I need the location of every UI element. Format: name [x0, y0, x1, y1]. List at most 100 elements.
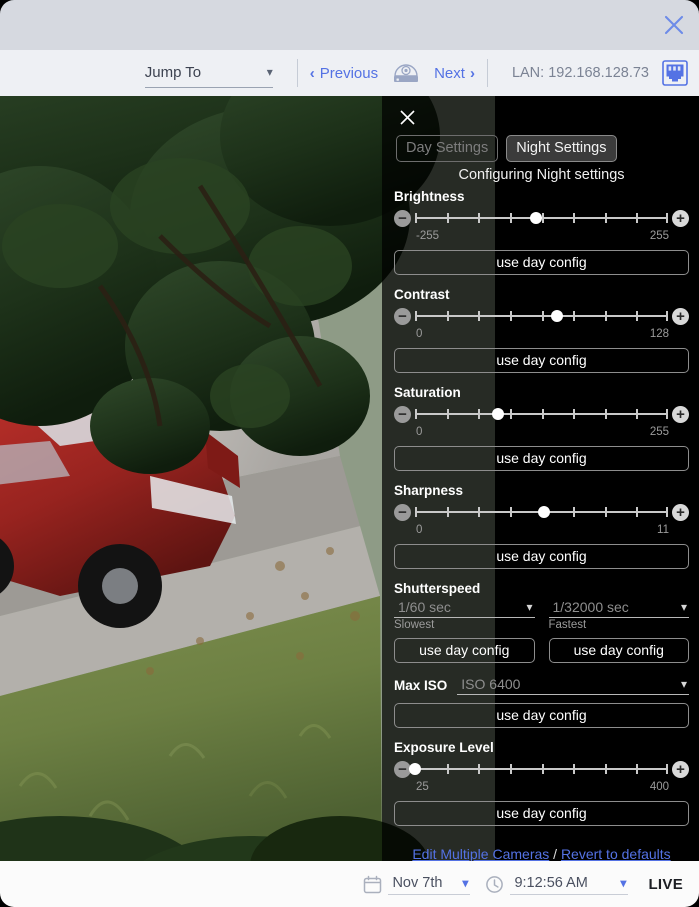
close-glyph: [399, 109, 415, 125]
revert-to-defaults-link[interactable]: Revert to defaults: [561, 846, 671, 861]
live-indicator[interactable]: LIVE: [648, 876, 683, 893]
clock-icon[interactable]: [484, 874, 504, 894]
saturation-increment-button[interactable]: +: [672, 405, 689, 423]
max-iso-value: ISO 6400: [461, 676, 521, 692]
clock-glyph: [486, 875, 503, 893]
time-picker-group: 9:12:56 AM ▾: [484, 873, 629, 895]
exposure-thumb[interactable]: [409, 763, 421, 775]
label-max-iso: Max ISO: [394, 678, 448, 693]
label-exposure-level: Exposure Level: [394, 740, 494, 755]
chevron-down-icon: ▾: [620, 876, 627, 890]
time-select[interactable]: 9:12:56 AM ▾: [510, 873, 629, 895]
slider-contrast: − +: [394, 305, 689, 327]
saturation-decrement-button[interactable]: −: [394, 405, 411, 423]
saturation-thumb[interactable]: [492, 408, 505, 420]
previous-label: Previous: [319, 64, 379, 82]
contrast-track[interactable]: [415, 307, 668, 325]
tab-night-settings[interactable]: Night Settings: [506, 135, 617, 162]
sharpness-increment-button[interactable]: +: [672, 503, 689, 521]
saturation-max: 255: [649, 426, 669, 438]
label-shutterspeed: Shutterspeed: [394, 581, 481, 596]
shutterspeed-fastest-value: 1/32000 sec: [552, 599, 629, 615]
chevron-down-icon: ▾: [462, 876, 469, 890]
jump-to-select[interactable]: Jump To ▾: [144, 58, 273, 88]
exposure-range-labels: 25 400: [394, 781, 689, 793]
date-value: Nov 7th: [392, 875, 443, 891]
brightness-decrement-button[interactable]: −: [394, 209, 411, 227]
brightness-track[interactable]: [415, 209, 668, 227]
exposure-max: 400: [649, 781, 669, 793]
window-close-button[interactable]: [657, 8, 691, 42]
shutterspeed-fastest-caption: Fastest: [548, 619, 587, 631]
chevron-right-icon: ›: [469, 64, 475, 82]
label-sharpness: Sharpness: [394, 483, 464, 498]
contrast-min: 0: [416, 328, 423, 340]
camera-image-settings-panel: Day Settings Night Settings Configuring …: [382, 96, 699, 861]
sharpness-use-day-config-button[interactable]: use day config: [394, 544, 689, 569]
sharpness-max: 11: [657, 524, 669, 536]
exposure-track[interactable]: [409, 760, 668, 778]
max-iso-use-day-config-button[interactable]: use day config: [394, 703, 689, 728]
setting-block-sharpness: Sharpness − + 0 11 use day config: [394, 483, 689, 569]
setting-block-contrast: Contrast − + 0 128 use day config: [394, 287, 689, 373]
dome-camera-icon: [392, 61, 420, 85]
saturation-track[interactable]: [415, 405, 668, 423]
max-iso-row: Max ISO ISO 6400 ▾: [394, 675, 689, 695]
camera-settings-window: Day Settings Night Settings Configuring …: [0, 0, 699, 907]
toolbar-divider: [296, 59, 298, 87]
exposure-use-day-config-button[interactable]: use day config: [394, 801, 689, 826]
exposure-increment-button[interactable]: +: [672, 760, 689, 778]
label-contrast: Contrast: [394, 287, 450, 302]
contrast-decrement-button[interactable]: −: [394, 307, 411, 325]
previous-camera-button[interactable]: ‹ Previous: [310, 65, 378, 82]
saturation-range-labels: 0 255: [394, 426, 689, 438]
sharpness-track[interactable]: [415, 503, 668, 521]
setting-block-saturation: Saturation − + 0 255 use day config: [394, 385, 689, 471]
shutterspeed-row: 1/60 sec ▾ Slowest use day config 1/3200…: [394, 598, 689, 663]
contrast-use-day-config-button[interactable]: use day config: [394, 348, 689, 373]
jump-to-label: Jump To: [144, 64, 202, 81]
navigation-toolbar: Jump To ▾ ‹ Previous Next › LAN: 192.168…: [0, 50, 699, 96]
contrast-range-labels: 0 128: [394, 328, 689, 340]
tab-day-settings[interactable]: Day Settings: [396, 135, 499, 162]
brightness-min: -255: [416, 230, 440, 242]
chevron-left-icon: ‹: [309, 64, 315, 82]
shutterspeed-slowest-caption: Slowest: [394, 619, 435, 631]
brightness-increment-button[interactable]: +: [672, 209, 689, 227]
brightness-range-labels: -255 255: [394, 230, 689, 242]
shutterspeed-fastest-select[interactable]: 1/32000 sec ▾: [548, 598, 689, 618]
chevron-down-icon: ▾: [680, 600, 687, 614]
date-select[interactable]: Nov 7th ▾: [388, 873, 471, 895]
saturation-use-day-config-button[interactable]: use day config: [394, 446, 689, 471]
slider-saturation: − +: [394, 403, 689, 425]
ethernet-glyph: [662, 60, 688, 86]
toolbar-divider: [486, 59, 488, 87]
brightness-use-day-config-button[interactable]: use day config: [394, 250, 689, 275]
date-picker-group: Nov 7th ▾: [362, 873, 471, 895]
ethernet-port-icon[interactable]: [661, 60, 689, 86]
lan-address-text: LAN: 192.168.128.73: [511, 65, 649, 81]
panel-close-icon[interactable]: [394, 104, 420, 130]
shutterspeed-slowest-value: 1/60 sec: [398, 599, 451, 615]
calendar-icon[interactable]: [362, 874, 382, 894]
edit-multiple-cameras-link[interactable]: Edit Multiple Cameras: [412, 846, 549, 861]
chevron-down-icon: ▾: [266, 64, 273, 79]
contrast-thumb[interactable]: [550, 310, 563, 322]
contrast-increment-button[interactable]: +: [672, 307, 689, 325]
chevron-down-icon: ▾: [680, 677, 687, 691]
shutterspeed-fastest-use-day-config-button[interactable]: use day config: [548, 638, 689, 663]
shutterspeed-slowest-select[interactable]: 1/60 sec ▾: [394, 598, 535, 618]
contrast-max: 128: [649, 328, 669, 340]
setting-block-shutterspeed: Shutterspeed 1/60 sec ▾ Slowest use day …: [394, 581, 689, 663]
max-iso-select[interactable]: ISO 6400 ▾: [457, 675, 689, 695]
slider-brightness: − +: [394, 207, 689, 229]
playback-bottom-bar: Nov 7th ▾ 9:12:56 AM ▾ LIVE: [0, 861, 699, 907]
sharpness-decrement-button[interactable]: −: [394, 503, 411, 521]
label-brightness: Brightness: [394, 189, 465, 204]
sharpness-thumb[interactable]: [538, 506, 551, 518]
brightness-max: 255: [649, 230, 669, 242]
shutterspeed-slowest-use-day-config-button[interactable]: use day config: [394, 638, 535, 663]
next-camera-button[interactable]: Next ›: [434, 65, 475, 82]
shutterspeed-fastest-col: 1/32000 sec ▾ Fastest use day config: [548, 598, 689, 663]
settings-tabs: Day Settings Night Settings: [394, 135, 689, 162]
